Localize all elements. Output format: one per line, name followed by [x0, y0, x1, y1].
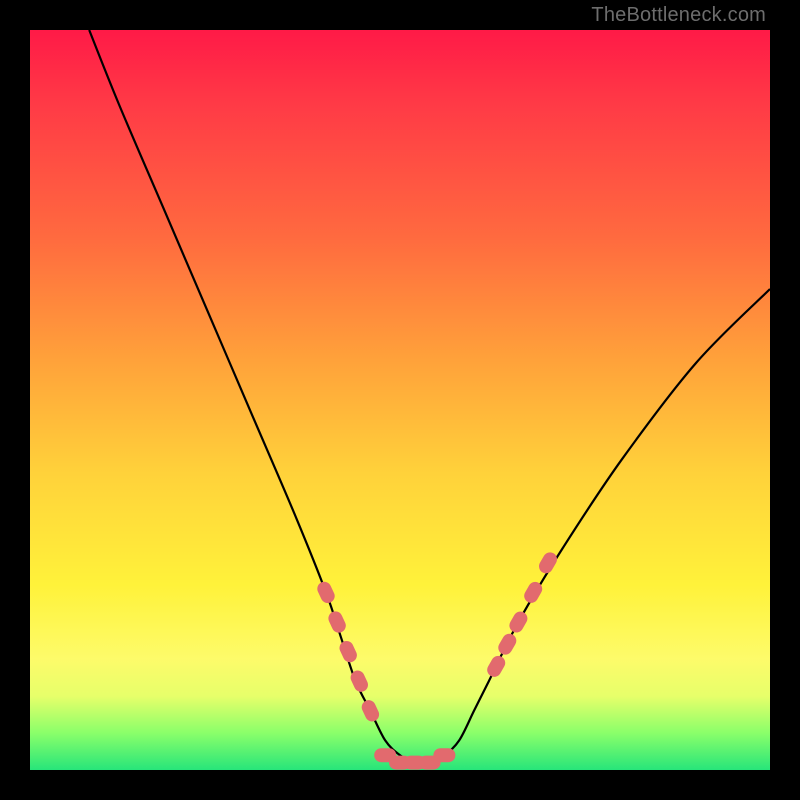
annotation-marker [485, 653, 508, 679]
annotation-marker [507, 609, 530, 635]
annotation-marker [359, 698, 381, 724]
annotation-markers [315, 550, 560, 770]
annotation-marker [433, 748, 455, 762]
annotation-marker [536, 550, 559, 576]
watermark-text: TheBottleneck.com [591, 4, 766, 27]
chart-frame: TheBottleneck.com [0, 0, 800, 800]
annotation-marker [326, 609, 348, 635]
annotation-marker [315, 579, 337, 605]
annotation-marker [496, 631, 519, 657]
curve-svg [30, 30, 770, 770]
bottleneck-curve [89, 30, 770, 764]
plot-area [30, 30, 770, 770]
annotation-marker [337, 639, 359, 665]
